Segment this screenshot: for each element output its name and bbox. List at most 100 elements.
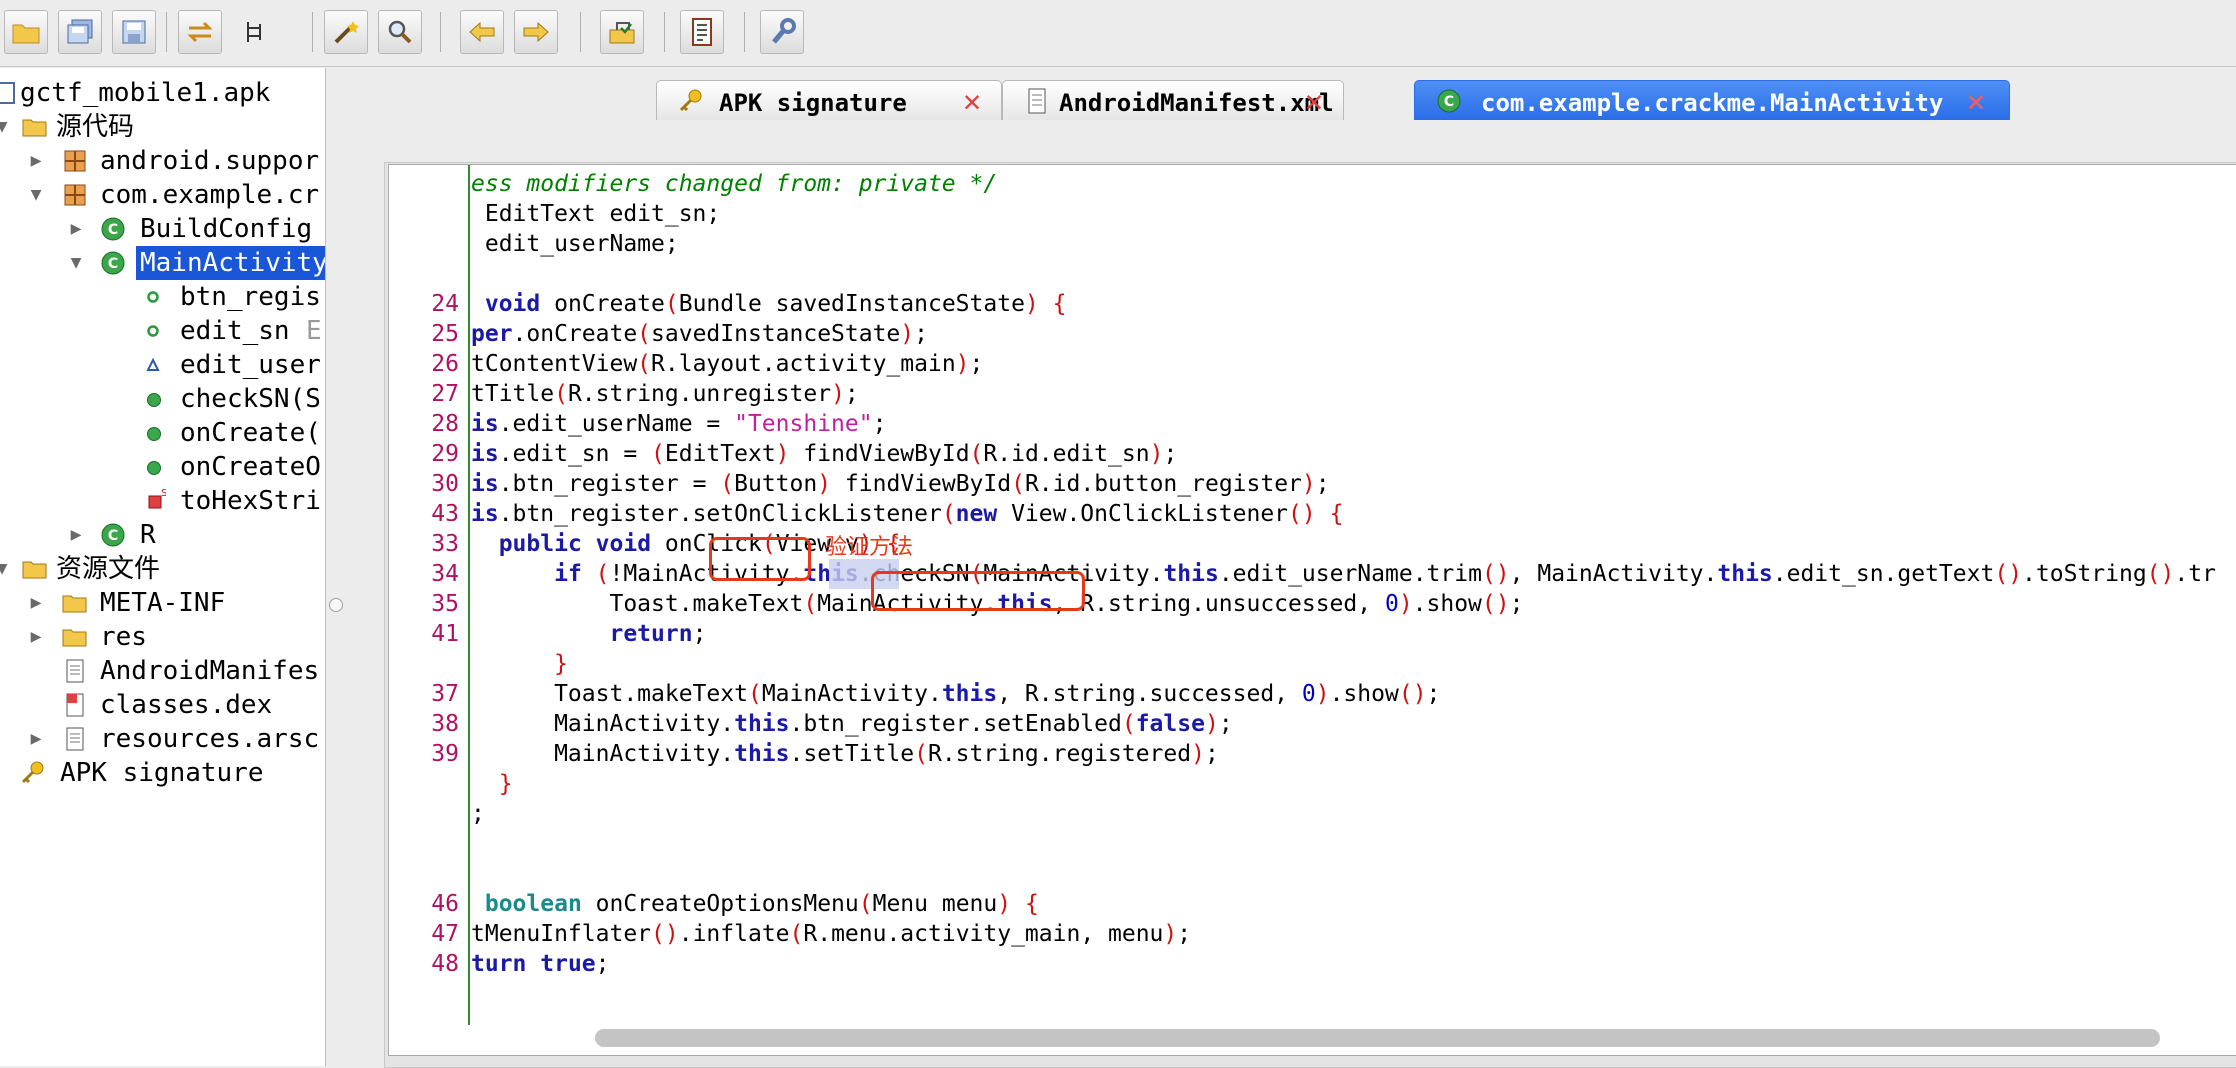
tab-mainactivity[interactable]: C com.example.crackme.MainActivity ✕ xyxy=(1414,80,2010,120)
method-icon xyxy=(147,393,161,407)
svg-text:C: C xyxy=(108,222,118,238)
sync-icon[interactable] xyxy=(178,10,222,54)
package-icon xyxy=(64,184,86,206)
export-icon[interactable] xyxy=(600,10,644,54)
line-number: 26 xyxy=(431,351,459,377)
forward-arrow-icon[interactable] xyxy=(514,10,558,54)
file-icon xyxy=(66,727,84,751)
tab-apk-signature[interactable]: APK signature ✕ xyxy=(656,80,1002,120)
svg-text:C: C xyxy=(108,256,118,272)
class-icon: C xyxy=(101,217,125,241)
code-line: is.btn_register.setOnClickListener(new V… xyxy=(471,501,1344,527)
line-number: 35 xyxy=(431,591,459,617)
line-number: 48 xyxy=(431,951,459,977)
expand-arrow-icon[interactable]: ▼ xyxy=(66,246,86,280)
project-tree: gctf_mobile1.apk ▼ 源代码 ▶ android.suppor … xyxy=(0,68,326,1066)
horizontal-scrollbar[interactable] xyxy=(595,1029,2160,1047)
log-icon[interactable] xyxy=(680,10,724,54)
code-line: MainActivity.this.btn_register.setEnable… xyxy=(471,711,1233,737)
key-icon xyxy=(21,761,44,784)
folder-open-icon xyxy=(22,119,47,137)
line-number: 38 xyxy=(431,711,459,737)
collapse-arrow-icon[interactable]: ▶ xyxy=(26,620,46,654)
code-line: Toast.makeText(MainActivity.this, R.stri… xyxy=(471,681,1441,707)
panel-splitter[interactable] xyxy=(326,68,346,1066)
code-line: return; xyxy=(609,621,707,647)
line-number: 25 xyxy=(431,321,459,347)
expand-arrow-icon[interactable]: ▼ xyxy=(26,178,46,212)
tab-androidmanifest[interactable]: AndroidManifest.xml ✕ xyxy=(1002,80,1344,120)
line-number: 29 xyxy=(431,441,459,467)
wand-icon[interactable] xyxy=(324,10,368,54)
code-line: ess modifiers changed from: private */ xyxy=(471,171,998,197)
search-icon[interactable] xyxy=(378,10,422,54)
svg-text:C: C xyxy=(108,528,118,544)
collapse-arrow-icon[interactable]: ▶ xyxy=(66,518,86,552)
code-line: tTitle(R.string.unregister); xyxy=(471,381,859,407)
annotation-box-unsuccessed xyxy=(871,571,1085,611)
close-icon[interactable]: ✕ xyxy=(1305,84,1323,119)
tree-icon[interactable] xyxy=(232,10,276,54)
code-line: tMenuInflater().inflate(R.menu.activity_… xyxy=(471,921,1192,947)
line-number: 47 xyxy=(431,921,459,947)
folder-icon xyxy=(62,595,87,613)
key-icon xyxy=(679,89,702,112)
method-icon xyxy=(147,427,161,441)
save-icon[interactable] xyxy=(112,10,156,54)
package-icon xyxy=(64,150,86,172)
code-line: EditText edit_sn; xyxy=(471,201,721,227)
field-icon xyxy=(147,325,159,337)
private-static-method-icon: S xyxy=(148,488,166,509)
line-number: 27 xyxy=(431,381,459,407)
code-line: } xyxy=(498,771,513,797)
code-line: edit_userName; xyxy=(471,231,679,257)
open-folder-icon[interactable] xyxy=(4,10,48,54)
code-line: boolean onCreateOptionsMenu(Menu menu) { xyxy=(484,891,1039,917)
line-number: 33 xyxy=(431,531,459,557)
back-arrow-icon[interactable] xyxy=(460,10,504,54)
close-icon[interactable]: ✕ xyxy=(1967,84,1985,119)
code-line: } xyxy=(554,651,568,677)
code-line: turn true; xyxy=(471,951,610,977)
method-icon xyxy=(147,461,161,475)
collapse-arrow-icon[interactable]: ▶ xyxy=(26,144,46,178)
folder-icon xyxy=(62,629,87,647)
class-icon: C xyxy=(101,523,125,547)
code-line: void onCreate(Bundle savedInstanceState)… xyxy=(484,291,1067,317)
save-all-icon[interactable] xyxy=(58,10,102,54)
code-line: ; xyxy=(471,801,485,827)
line-number: 41 xyxy=(431,621,459,647)
code-line: per.onCreate(savedInstanceState); xyxy=(471,321,928,347)
line-number: 46 xyxy=(431,891,459,917)
apk-icon xyxy=(0,82,15,104)
expand-arrow-icon[interactable]: ▼ xyxy=(0,110,12,144)
splitter-handle[interactable] xyxy=(329,598,343,612)
file-icon xyxy=(1028,88,1046,114)
line-number: 28 xyxy=(431,411,459,437)
folder-open-icon xyxy=(22,561,47,579)
line-number: 34 xyxy=(431,561,459,587)
code-line: MainActivity.this.setTitle(R.string.regi… xyxy=(471,741,1219,767)
code-editor[interactable]: 24 25 26 27 28 29 30 43 33 34 35 41 37 3… xyxy=(388,164,2236,1056)
class-icon: C xyxy=(101,251,125,275)
collapse-arrow-icon[interactable]: ▶ xyxy=(26,722,46,756)
line-number: 43 xyxy=(431,501,459,527)
toolbar xyxy=(0,0,2236,67)
wrench-icon[interactable] xyxy=(760,10,804,54)
expand-arrow-icon[interactable]: ▼ xyxy=(0,552,12,586)
code-line: is.btn_register = (Button) findViewById(… xyxy=(471,471,1330,497)
code-line: is.edit_userName = "Tenshine"; xyxy=(471,411,887,437)
line-number: 24 xyxy=(431,291,459,317)
class-icon: C xyxy=(1437,89,1461,113)
code-line: is.edit_sn = (EditText) findViewById(R.i… xyxy=(471,441,1178,467)
file-icon xyxy=(66,659,84,683)
protected-field-icon xyxy=(146,358,160,371)
collapse-arrow-icon[interactable]: ▶ xyxy=(66,212,86,246)
close-icon[interactable]: ✕ xyxy=(963,84,981,119)
binary-file-icon xyxy=(66,693,84,717)
gutter-divider xyxy=(468,165,470,1025)
annotation-box-checksn xyxy=(709,537,811,581)
collapse-arrow-icon[interactable]: ▶ xyxy=(26,586,46,620)
svg-text:C: C xyxy=(1444,94,1454,110)
code-line: tContentView(R.layout.activity_main); xyxy=(471,351,984,377)
